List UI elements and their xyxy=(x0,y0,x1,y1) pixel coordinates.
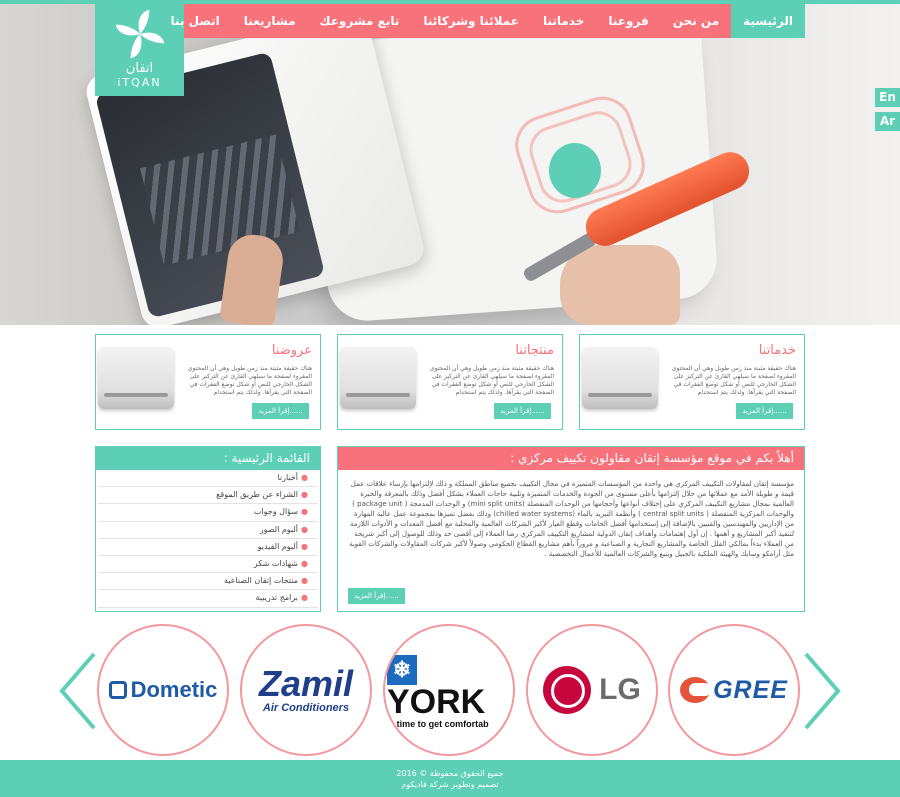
hero-hand-right xyxy=(560,245,680,325)
menu-item-label: شهادات شكر xyxy=(253,558,299,568)
card-text: هناك حقيقة مثبتة منذ زمن طويل وهي أن الم… xyxy=(429,365,554,396)
menu-item-faq[interactable]: ●سؤال وجواب xyxy=(98,504,318,522)
brand-name: Dometic xyxy=(130,677,218,702)
nav-item-contact[interactable]: اتصل بنا xyxy=(159,4,232,38)
lang-ar-button[interactable]: Ar xyxy=(875,112,900,131)
card-ac-image xyxy=(582,347,658,409)
menu-item-industrial-products[interactable]: ●منتجات إتقان الصناعية xyxy=(98,573,318,591)
menu-item-training[interactable]: ●برامج تدريبية xyxy=(98,590,318,608)
menu-item-label: برامج تدريبية xyxy=(255,593,299,603)
hero-decor-dot xyxy=(549,143,601,198)
main-nav: الرئيسية من نحن فروعنا خدماتنا عملائنا و… xyxy=(171,4,805,38)
welcome-body: مؤسسة إتقان لمقاولات التكييف المركزي هي … xyxy=(349,480,794,558)
card-services: خدماتنا هناك حقيقة مثبتة منذ زمن طويل وه… xyxy=(579,334,805,430)
york-wordmark: ❄YORK 's time to get comfortab xyxy=(385,651,513,729)
card-title: عروضنا xyxy=(271,343,312,358)
bullet-icon: ● xyxy=(301,490,308,500)
main-menu-panel: القائمة الرئيسية : ●أخبارنا ●الشراء عن ط… xyxy=(95,446,321,612)
brand-logo-lg[interactable]: LG xyxy=(526,624,658,756)
menu-item-photo-album[interactable]: ●ألبوم الصور xyxy=(98,522,318,539)
dometic-mark-icon xyxy=(108,681,127,699)
developer-credit: تصميم وتطوير شركة فاديكوم xyxy=(401,780,499,789)
bullet-icon: ● xyxy=(301,524,308,534)
card-offers: عروضنا هناك حقيقة مثبتة منذ زمن طويل وهي… xyxy=(95,334,321,430)
card-text: هناك حقيقة مثبتة منذ زمن طويل وهي أن الم… xyxy=(671,365,796,396)
bullet-icon: ● xyxy=(301,473,308,482)
menu-item-label: منتجات إتقان الصناعية xyxy=(223,576,299,586)
nav-item-track-project[interactable]: تابع مشروعك xyxy=(308,4,412,38)
dometic-wordmark: Dometic xyxy=(108,677,218,703)
logo-latin-text: iTQAN xyxy=(117,76,162,89)
card-text: هناك حقيقة مثبتة منذ زمن طويل وهي أن الم… xyxy=(187,365,312,396)
brand-logo-gree[interactable]: GREE xyxy=(668,624,800,756)
copyright-text: جميع الحقوق محفوظة © 2016 xyxy=(396,769,504,778)
card-title: منتجاتنا xyxy=(515,343,554,358)
nav-item-projects[interactable]: مشاريعنا xyxy=(232,4,308,38)
brand-name: Zamil xyxy=(258,663,354,704)
brand-name: YORK xyxy=(387,683,486,721)
carousel-prev-arrow-icon[interactable] xyxy=(58,652,98,730)
brand-name: LG xyxy=(599,673,641,706)
brand-logo-york[interactable]: ❄YORK 's time to get comfortab xyxy=(383,624,515,756)
card-ac-image xyxy=(340,347,416,409)
brand-logo-zamil[interactable]: Zamil Air Conditioners xyxy=(240,624,372,756)
site-footer: جميع الحقوق محفوظة © 2016 تصميم وتطوير ش… xyxy=(0,760,900,797)
bullet-icon: ● xyxy=(301,593,308,603)
carousel-next-arrow-icon[interactable] xyxy=(802,652,842,730)
read-more-button[interactable]: إقرأ المزيد...... xyxy=(348,588,405,604)
read-more-button[interactable]: إقرأ المزيد...... xyxy=(494,403,551,419)
lg-face-icon xyxy=(543,666,592,714)
menu-item-video-album[interactable]: ●ألبوم الفيديو xyxy=(98,539,318,556)
menu-item-thanks-certificates[interactable]: ●شهادات شكر xyxy=(98,556,318,574)
logo-arabic-text: اتقان xyxy=(125,61,154,76)
snowflake-icon: ❄ xyxy=(387,655,417,685)
read-more-button[interactable]: إقرأ المزيد...... xyxy=(252,403,309,419)
nav-item-about[interactable]: من نحن xyxy=(661,4,731,38)
card-title: خدماتنا xyxy=(758,343,796,358)
bullet-icon: ● xyxy=(301,576,308,586)
read-more-button[interactable]: إقرأ المزيد...... xyxy=(736,403,793,419)
brand-name: GREE xyxy=(713,675,788,704)
bullet-icon: ● xyxy=(301,507,308,517)
bullet-icon: ● xyxy=(301,558,308,568)
card-ac-image xyxy=(98,347,174,409)
menu-item-online-purchase[interactable]: ●الشراء عن طريق الموقع xyxy=(98,487,318,505)
lang-en-button[interactable]: En xyxy=(875,88,900,107)
welcome-panel: أهلاً بكم في موقع مؤسسة إتقان مقاولون تك… xyxy=(337,446,805,612)
menu-item-label: ألبوم الصور xyxy=(259,524,299,534)
nav-item-services[interactable]: خدماتنا xyxy=(531,4,596,38)
gree-mark-icon xyxy=(680,677,712,703)
nav-item-clients[interactable]: عملائنا وشركائنا xyxy=(411,4,531,38)
menu-item-label: أخبارنا xyxy=(277,473,299,482)
gree-wordmark: GREE xyxy=(680,676,788,705)
menu-item-news[interactable]: ●أخبارنا xyxy=(98,470,318,488)
card-products: منتجاتنا هناك حقيقة مثبتة منذ زمن طويل و… xyxy=(337,334,563,430)
welcome-title: أهلاً بكم في موقع مؤسسة إتقان مقاولون تك… xyxy=(338,447,804,470)
menu-item-label: سؤال وجواب xyxy=(253,507,299,517)
menu-item-label: الشراء عن طريق الموقع xyxy=(216,490,299,500)
zamil-wordmark: Zamil Air Conditioners xyxy=(258,663,354,715)
menu-item-label: ألبوم الفيديو xyxy=(257,541,299,551)
brand-tagline: 's time to get comfortab xyxy=(387,719,489,729)
brand-tagline: Air Conditioners xyxy=(262,702,350,714)
lg-wordmark: LG xyxy=(543,666,641,714)
brand-logo-dometic[interactable]: Dometic xyxy=(97,624,229,756)
nav-item-branches[interactable]: فروعنا xyxy=(596,4,660,38)
main-menu-title: القائمة الرئيسية : xyxy=(96,447,320,470)
bullet-icon: ● xyxy=(301,541,308,551)
nav-item-home[interactable]: الرئيسية xyxy=(731,4,805,38)
